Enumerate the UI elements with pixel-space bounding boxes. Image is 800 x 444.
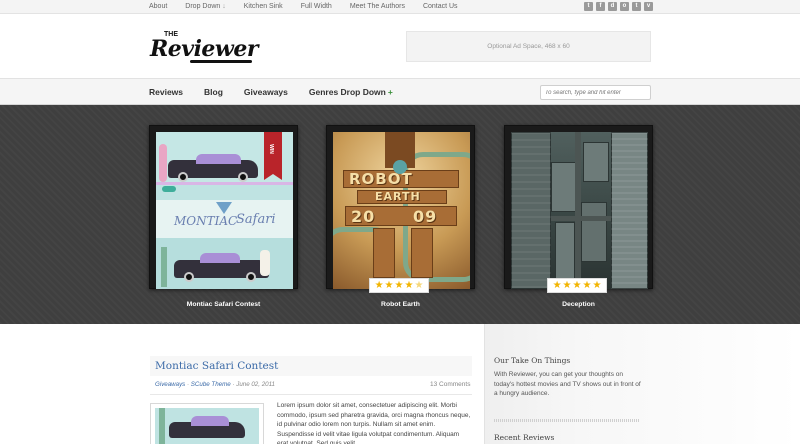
top-bar: About Drop Down ↓ Kitchen Sink Full Widt… — [0, 0, 800, 14]
topnav-about[interactable]: About — [149, 0, 167, 14]
logo-main-text: Reviewer — [150, 36, 258, 62]
star-half-icon: ★ — [414, 279, 424, 291]
topnav-kitchen-sink[interactable]: Kitchen Sink — [244, 0, 283, 14]
post-category-giveaways[interactable]: Giveaways — [155, 381, 185, 388]
nav-reviews[interactable]: Reviews — [149, 87, 183, 97]
poster-text-earth: EARTH — [375, 190, 421, 203]
poster-text-09: 09 — [413, 207, 438, 226]
digg-icon[interactable]: o — [620, 2, 629, 11]
ad-space[interactable]: Optional Ad Space, 468 x 60 — [406, 31, 651, 62]
featured-card-robot-earth[interactable]: ROBOT EARTH 20 09 — [326, 125, 475, 289]
sidebar-heading-recent-reviews: Recent Reviews — [494, 433, 555, 442]
star-icon: ★ — [384, 279, 394, 291]
topnav-meet-authors[interactable]: Meet The Authors — [350, 0, 405, 14]
delicious-icon[interactable]: d — [608, 2, 617, 11]
poster-montiac[interactable]: MONTIAC Safari WIN — [156, 132, 293, 289]
poster-robot-earth[interactable]: ROBOT EARTH 20 09 — [333, 132, 470, 289]
sidebar-separator — [494, 419, 640, 422]
nav-genres-dropdown[interactable]: Genres Drop Down + — [309, 87, 393, 97]
search-input[interactable] — [540, 85, 651, 100]
rating-robot-earth: ★ ★ ★ ★ ★ — [369, 278, 429, 293]
star-icon: ★ — [582, 279, 592, 291]
post-date: June 02, 2011 — [236, 381, 275, 388]
nav-genres-label: Genres Drop Down — [308, 87, 386, 97]
star-icon: ★ — [552, 279, 562, 291]
tumblr-icon[interactable]: t — [632, 2, 641, 11]
vimeo-icon[interactable]: v — [644, 2, 653, 11]
topnav-dropdown-label: Drop Down — [185, 3, 221, 10]
logo-swoosh — [190, 60, 252, 63]
meta-separator: · — [187, 381, 190, 388]
sidebar-text-our-take: With Reviewer, you can get your thoughts… — [494, 371, 641, 397]
facebook-icon[interactable]: f — [596, 2, 605, 11]
rating-deception: ★ ★ ★ ★ ★ — [547, 278, 607, 293]
poster-text-20: 20 — [351, 207, 376, 226]
nav-giveaways[interactable]: Giveaways — [244, 87, 288, 97]
post-title[interactable]: Montiac Safari Contest — [155, 360, 278, 372]
top-nav: About Drop Down ↓ Kitchen Sink Full Widt… — [149, 0, 476, 14]
featured-card-deception[interactable] — [504, 125, 653, 289]
site-header: THE Reviewer Optional Ad Space, 468 x 60 — [0, 15, 800, 78]
twitter-icon[interactable]: t — [584, 2, 593, 11]
star-icon: ★ — [404, 279, 414, 291]
nav-blog[interactable]: Blog — [204, 87, 223, 97]
poster-script-montiac: MONTIAC — [174, 214, 238, 228]
post-thumbnail-image — [155, 408, 259, 444]
win-ribbon-text: WIN — [267, 144, 274, 154]
social-icons: t f d o t v — [584, 2, 653, 11]
sidebar-heading-our-take: Our Take On Things — [494, 356, 571, 365]
post-category-scube[interactable]: SCube Theme — [191, 381, 231, 388]
featured-title-robot-earth[interactable]: Robot Earth — [326, 301, 475, 308]
star-icon: ★ — [592, 279, 602, 291]
star-icon: ★ — [394, 279, 404, 291]
topnav-full-width[interactable]: Full Width — [301, 0, 332, 14]
topnav-dropdown[interactable]: Drop Down ↓ — [185, 0, 225, 14]
star-icon: ★ — [562, 279, 572, 291]
featured-title-deception[interactable]: Deception — [504, 301, 653, 308]
main-nav-items: Reviews Blog Giveaways Genres Drop Down + — [149, 79, 414, 105]
main-nav: Reviews Blog Giveaways Genres Drop Down + — [0, 78, 800, 105]
post-excerpt: Lorem ipsum dolor sit amet, consectetuer… — [277, 402, 471, 444]
star-icon: ★ — [572, 279, 582, 291]
post-comments-link[interactable]: 13 Comments — [430, 381, 470, 388]
site-logo[interactable]: THE Reviewer — [150, 31, 258, 65]
post-thumbnail[interactable] — [150, 403, 264, 444]
chevron-down-icon: ↓ — [222, 3, 226, 10]
post-meta: Giveaways · SCube Theme · June 02, 2011 — [155, 381, 275, 388]
featured-showcase: MONTIAC Safari WIN Montiac Safari Contes… — [0, 105, 800, 324]
featured-title-montiac[interactable]: Montiac Safari Contest — [149, 301, 298, 308]
plus-icon: + — [387, 87, 393, 97]
post-divider — [150, 394, 472, 395]
poster-deception[interactable] — [511, 132, 648, 289]
star-icon: ★ — [374, 279, 384, 291]
poster-script-safari: Safari — [236, 212, 276, 227]
meta-separator: · — [232, 381, 235, 388]
featured-card-montiac[interactable]: MONTIAC Safari WIN — [149, 125, 298, 289]
topnav-contact[interactable]: Contact Us — [423, 0, 458, 14]
